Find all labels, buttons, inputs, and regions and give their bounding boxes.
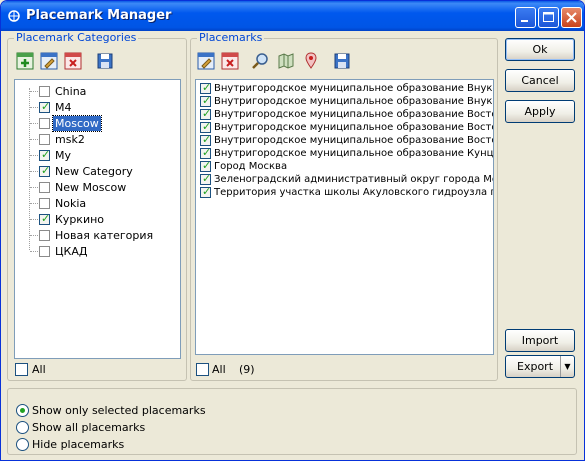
category-item[interactable]: ✓ M4 <box>15 99 175 115</box>
placemark-manager-window: Placemark Manager Placemark Categories C… <box>0 0 585 461</box>
display-option-label: Show all placemarks <box>32 421 146 434</box>
placemark-label: Территория участка школы Акуловского гид… <box>214 187 494 198</box>
placemark-checkbox[interactable]: ✓ <box>200 159 211 172</box>
display-option[interactable]: Hide placemarks <box>8 437 258 453</box>
display-option-radio[interactable] <box>16 404 29 417</box>
map-view-icon[interactable] <box>277 52 295 70</box>
categories-group: Placemark Categories China ✓ M4 Moscow msk2 ✓… <box>7 31 187 381</box>
export-button[interactable]: Export ▼ <box>505 355 575 378</box>
category-item[interactable]: China <box>15 83 175 99</box>
category-item[interactable]: Новая категория <box>15 227 175 243</box>
edit-category-icon[interactable] <box>40 52 58 70</box>
placemark-checkbox[interactable]: ✓ <box>200 81 211 94</box>
placemarks-all-label: All <box>212 363 226 376</box>
display-option[interactable]: Show only selected placemarks <box>8 403 258 419</box>
category-label: Куркино <box>55 213 105 226</box>
placemarks-group: Placemarks ✓ Внутригородское муниципально… <box>190 31 498 381</box>
category-checkbox[interactable] <box>39 182 50 193</box>
category-label: Новая категория <box>55 229 154 242</box>
window-title: Placemark Manager <box>26 8 172 23</box>
category-checkbox[interactable] <box>39 86 50 97</box>
category-item[interactable]: ✓ My <box>15 147 175 163</box>
search-icon[interactable] <box>251 52 269 70</box>
placemark-checkbox[interactable]: ✓ <box>200 133 211 146</box>
export-label: Export <box>517 360 554 373</box>
display-options-group: Show only selected placemarks Show all pl… <box>7 388 577 455</box>
category-item[interactable]: Nokia <box>15 195 175 211</box>
category-checkbox[interactable] <box>39 246 50 257</box>
minimize-button[interactable] <box>515 7 536 28</box>
category-checkbox[interactable]: ✓ <box>39 164 50 177</box>
categories-legend: Placemark Categories <box>14 31 139 44</box>
category-item[interactable]: Moscow <box>15 115 175 132</box>
add-category-icon[interactable] <box>16 52 34 70</box>
title-bar[interactable]: Placemark Manager <box>1 1 584 31</box>
delete-placemark-icon[interactable] <box>221 52 239 70</box>
category-item[interactable]: New Moscow <box>15 179 175 195</box>
cancel-button[interactable]: Cancel <box>505 69 575 92</box>
import-button[interactable]: Import <box>505 329 575 352</box>
category-label: M4 <box>55 101 72 114</box>
export-dropdown-arrow-icon[interactable]: ▼ <box>560 356 574 377</box>
categories-tree[interactable]: China ✓ M4 Moscow msk2 ✓ My ✓ New Category New Mo… <box>14 79 181 359</box>
categories-all-label: All <box>32 363 46 376</box>
placemark-checkbox[interactable]: ✓ <box>200 94 211 107</box>
save-placemarks-icon[interactable] <box>333 52 351 70</box>
placemarks-list[interactable]: ✓ Внутригородское муниципальное образован… <box>195 79 494 355</box>
category-label: China <box>55 85 87 98</box>
category-checkbox[interactable]: ✓ <box>39 212 50 225</box>
placemark-checkbox[interactable]: ✓ <box>200 146 211 159</box>
edit-placemark-icon[interactable] <box>197 52 215 70</box>
category-checkbox[interactable] <box>39 118 50 129</box>
category-item[interactable]: ЦКАД <box>15 243 175 259</box>
display-option[interactable]: Show all placemarks <box>8 420 258 436</box>
category-checkbox[interactable] <box>39 134 50 145</box>
category-label: New Category <box>55 165 133 178</box>
maximize-button[interactable] <box>538 7 559 28</box>
category-label: msk2 <box>55 133 85 146</box>
display-option-radio[interactable] <box>16 421 29 434</box>
category-item[interactable]: msk2 <box>15 131 175 147</box>
placemarks-legend: Placemarks <box>197 31 265 44</box>
category-label: Nokia <box>55 197 87 210</box>
category-item[interactable]: ✓ New Category <box>15 163 175 179</box>
display-option-label: Show only selected placemarks <box>32 404 206 417</box>
placemarks-count: (9) <box>239 363 255 376</box>
apply-button[interactable]: Apply <box>505 100 575 123</box>
save-categories-icon[interactable] <box>96 52 114 70</box>
category-checkbox[interactable] <box>39 198 50 209</box>
placemark-item[interactable]: ✓ Территория участка школы Акуловского ги… <box>196 185 494 199</box>
category-label: New Moscow <box>55 181 127 194</box>
category-checkbox[interactable]: ✓ <box>39 100 50 113</box>
placemark-checkbox[interactable]: ✓ <box>200 185 211 198</box>
category-label: Moscow <box>52 115 102 132</box>
placemarks-all-checkbox[interactable] <box>196 363 209 376</box>
delete-category-icon[interactable] <box>64 52 82 70</box>
display-option-radio[interactable] <box>16 438 29 451</box>
close-button[interactable] <box>561 7 582 28</box>
category-label: ЦКАД <box>55 245 88 258</box>
category-checkbox[interactable]: ✓ <box>39 148 50 161</box>
locate-placemark-icon[interactable] <box>303 52 321 70</box>
ok-button[interactable]: Ok <box>505 38 575 61</box>
placemark-checkbox[interactable]: ✓ <box>200 120 211 133</box>
placemark-checkbox[interactable]: ✓ <box>200 107 211 120</box>
placemark-checkbox[interactable]: ✓ <box>200 172 211 185</box>
category-item[interactable]: ✓ Куркино <box>15 211 175 227</box>
category-checkbox[interactable] <box>39 230 50 241</box>
display-option-label: Hide placemarks <box>32 438 125 451</box>
app-icon <box>7 9 21 23</box>
category-label: My <box>55 149 72 162</box>
categories-all-checkbox[interactable] <box>15 363 28 376</box>
